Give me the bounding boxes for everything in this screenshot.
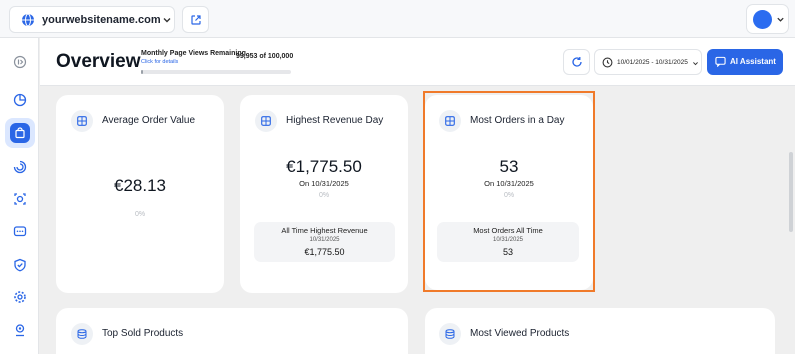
database-icon: [77, 329, 87, 339]
highlight-frame: [423, 91, 595, 292]
average-order-value-card: Average Order Value €28.13 0%: [56, 95, 224, 293]
top-bar: yourwebsitename.com: [0, 0, 795, 38]
grid-icon: [77, 116, 87, 126]
all-time-label: All Time Highest Revenue: [281, 226, 368, 235]
sidebar-item-analytics[interactable]: [5, 85, 35, 115]
refresh-button[interactable]: [563, 49, 590, 75]
collapse-icon: [13, 55, 27, 69]
sidebar: [0, 38, 39, 354]
chevron-down-icon: [693, 62, 698, 66]
page-views-progress: [141, 70, 291, 74]
percent-change: 0%: [318, 192, 330, 199]
page-views-details-link[interactable]: Click for details: [141, 59, 178, 65]
chevron-down-icon: [777, 17, 784, 22]
ai-assistant-button[interactable]: AI Assistant: [707, 49, 783, 75]
activity-icon: [13, 160, 27, 174]
date-range-picker[interactable]: 10/01/2025 - 10/31/2025: [594, 49, 702, 75]
chat-icon: [715, 56, 726, 67]
shopping-bag-icon: [15, 127, 25, 139]
all-time-value: €1,775.50: [304, 247, 345, 257]
sidebar-item-targeting[interactable]: [5, 184, 35, 214]
all-time-date: 10/31/2025: [309, 237, 340, 243]
sidebar-item-settings[interactable]: [5, 282, 35, 312]
external-link-icon: [191, 15, 201, 25]
sidebar-collapse-button[interactable]: [5, 47, 35, 77]
card-title: Most Viewed Products: [470, 328, 570, 339]
user-menu-button[interactable]: [746, 4, 789, 34]
shield-icon: [14, 258, 26, 272]
metric-icon-wrap: [255, 110, 277, 132]
refresh-icon: [572, 57, 582, 67]
percent-change: 0%: [134, 211, 146, 218]
highest-revenue-value: €1,775.50: [286, 157, 362, 176]
highest-revenue-day-card: Highest Revenue Day €1,775.50 On 10/31/2…: [240, 95, 408, 293]
top-sold-products-card: Top Sold Products: [56, 308, 408, 354]
target-icon: [14, 193, 26, 205]
card-title: Top Sold Products: [102, 328, 184, 339]
open-website-button[interactable]: [182, 6, 209, 33]
page-views-progress-fill: [141, 70, 143, 74]
metric-icon-wrap: [71, 323, 93, 345]
page-views-label: Monthly Page Views Remaining: [141, 50, 246, 57]
user-pin-icon: [15, 324, 25, 337]
highest-revenue-date: On 10/31/2025: [299, 179, 349, 188]
globe-icon: [22, 13, 34, 27]
clock-icon: [602, 57, 613, 68]
database-icon: [445, 329, 455, 339]
sidebar-item-ecommerce[interactable]: [5, 118, 35, 148]
all-time-highest-revenue-box: All Time Highest Revenue 10/31/2025 €1,7…: [254, 222, 395, 262]
gear-icon: [14, 291, 26, 303]
card-title: Average Order Value: [102, 115, 196, 126]
avatar: [753, 10, 772, 29]
chevron-down-icon: [163, 18, 171, 23]
chat-icon: [13, 226, 27, 237]
most-viewed-products-card: Most Viewed Products: [425, 308, 775, 354]
average-order-value: €28.13: [114, 176, 166, 195]
sidebar-item-security[interactable]: [5, 250, 35, 280]
scrollbar[interactable]: [789, 152, 793, 232]
sidebar-item-activity[interactable]: [5, 152, 35, 182]
website-selector[interactable]: yourwebsitename.com: [9, 6, 175, 33]
page-header: Overview Monthly Page Views Remaining 99…: [40, 38, 795, 86]
ai-assistant-label: AI Assistant: [730, 57, 776, 66]
website-name: yourwebsitename.com: [42, 14, 161, 26]
sidebar-item-users[interactable]: [5, 315, 35, 345]
sidebar-item-messages[interactable]: [5, 217, 35, 247]
card-title: Highest Revenue Day: [286, 115, 384, 126]
page-views-count: 99,953 of 100,000: [236, 53, 294, 60]
date-range-text: 10/01/2025 - 10/31/2025: [617, 59, 688, 66]
chart-pie-icon: [13, 93, 27, 107]
metric-icon-wrap: [71, 110, 93, 132]
page-title: Overview: [56, 51, 141, 72]
grid-icon: [261, 116, 271, 126]
metric-icon-wrap: [439, 323, 461, 345]
